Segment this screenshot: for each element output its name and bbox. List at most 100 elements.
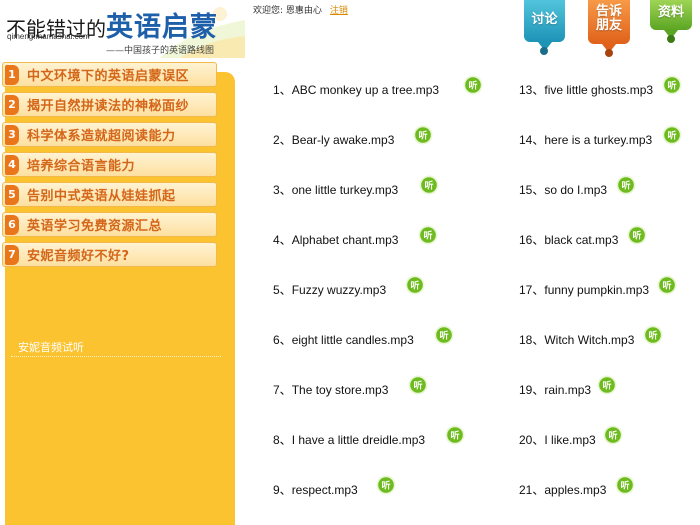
sidebar-item-1[interactable]: 1 中文环境下的英语启蒙误区 [2, 62, 217, 87]
track-item[interactable]: 3、 one little turkey.mp3 [273, 181, 398, 198]
sidebar-item-label: 英语学习免费资源汇总 [27, 219, 163, 234]
listen-icon[interactable]: 听 [643, 325, 663, 345]
listen-icon-label: 听 [424, 180, 433, 192]
listen-icon[interactable]: 听 [662, 75, 682, 95]
listen-icon-label: 听 [620, 480, 629, 492]
track-number: 7、 [273, 383, 292, 397]
listen-icon-label: 听 [413, 380, 422, 392]
listen-icon[interactable]: 听 [405, 275, 425, 295]
site-logo[interactable]: 不能错过的英语启蒙 qimeng.mamashai.com ——中国孩子的英语路… [0, 0, 245, 62]
track-number: 3、 [273, 183, 292, 197]
listen-icon[interactable]: 听 [616, 175, 636, 195]
listen-icon[interactable]: 听 [627, 225, 647, 245]
sidebar-item-number: 6 [5, 214, 19, 235]
track-number: 9、 [273, 483, 292, 497]
listen-icon[interactable]: 听 [418, 225, 438, 245]
track-item[interactable]: 15、 so do I.mp3 [519, 181, 607, 198]
listen-icon[interactable]: 听 [445, 425, 465, 445]
track-number: 16、 [519, 233, 545, 247]
tab-tell-friends-line1: 告诉 [595, 4, 622, 19]
sidebar-item-4[interactable]: 4 培养综合语言能力 [2, 152, 217, 177]
sidebar-item-label: 安妮音频好不好? [27, 249, 130, 264]
track-title: ABC monkey up a tree.mp3 [291, 82, 440, 97]
logo-subtitle: ——中国孩子的英语路线图 [106, 46, 215, 56]
listen-icon[interactable]: 听 [413, 125, 433, 145]
sidebar-item-5[interactable]: 5 告别中式英语从娃娃抓起 [2, 182, 217, 207]
tab-tell-friends-label: 告诉 朋友 [588, 0, 630, 33]
sidebar-item-label: 告别中式英语从娃娃抓起 [27, 189, 176, 204]
sidebar-item-3[interactable]: 3 科学体系造就超阅读能力 [2, 122, 217, 147]
listen-icon[interactable]: 听 [657, 275, 677, 295]
logout-link[interactable]: 注销 [330, 6, 348, 16]
track-item[interactable]: 21、 apples.mp3 [519, 481, 606, 498]
sidebar-item-number: 5 [5, 184, 19, 205]
track-item[interactable]: 2、 Bear-ly awake.mp3 [273, 131, 394, 148]
tab-tell-friends-dot-icon [605, 49, 613, 57]
track-number: 6、 [273, 333, 292, 347]
track-title: five little ghosts.mp3 [544, 82, 654, 97]
sidebar-item-6[interactable]: 6 英语学习免费资源汇总 [2, 212, 217, 237]
track-title: respect.mp3 [291, 482, 358, 497]
track-number: 19、 [519, 383, 545, 397]
listen-icon[interactable]: 听 [408, 375, 428, 395]
sidebar-sublink-audio-preview[interactable]: 安妮音频试听 [18, 339, 84, 355]
listen-icon-label: 听 [423, 230, 432, 242]
tab-resources[interactable]: 资料 [650, 0, 692, 43]
listen-icon-label: 听 [418, 130, 427, 142]
listen-icon[interactable]: 听 [463, 75, 483, 95]
listen-icon[interactable]: 听 [434, 325, 454, 345]
listen-icon[interactable]: 听 [419, 175, 439, 195]
listen-icon-label: 听 [662, 280, 671, 292]
sidebar: 1 中文环境下的英语启蒙误区 2 揭开自然拼读法的神秘面纱 3 科学体系造就超阅读能力 4 培… [0, 62, 237, 525]
track-number: 14、 [519, 133, 545, 147]
track-item[interactable]: 17、 funny pumpkin.mp3 [519, 281, 649, 298]
sidebar-item-label: 中文环境下的英语启蒙误区 [27, 69, 190, 84]
tab-tell-friends-line2: 朋友 [595, 18, 622, 33]
track-item[interactable]: 20、 I like.mp3 [519, 431, 596, 448]
sidebar-item-2[interactable]: 2 揭开自然拼读法的神秘面纱 [2, 92, 217, 117]
track-title: rain.mp3 [544, 382, 592, 397]
sidebar-item-number: 7 [5, 244, 19, 265]
track-title: here is a turkey.mp3 [544, 132, 653, 147]
listen-icon-label: 听 [602, 380, 611, 392]
track-item[interactable]: 4、 Alphabet chant.mp3 [273, 231, 398, 248]
track-item[interactable]: 16、 black cat.mp3 [519, 231, 618, 248]
track-number: 1、 [273, 83, 292, 97]
track-title: Witch Witch.mp3 [544, 332, 635, 347]
track-item[interactable]: 5、 Fuzzy wuzzy.mp3 [273, 281, 386, 298]
track-item[interactable]: 19、 rain.mp3 [519, 381, 591, 398]
track-item[interactable]: 14、 here is a turkey.mp3 [519, 131, 652, 148]
track-item[interactable]: 18、 Witch Witch.mp3 [519, 331, 634, 348]
sidebar-divider [11, 356, 221, 357]
track-number: 4、 [273, 233, 292, 247]
track-title: one little turkey.mp3 [291, 182, 399, 197]
listen-icon[interactable]: 听 [376, 475, 396, 495]
track-item[interactable]: 1、 ABC monkey up a tree.mp3 [273, 81, 439, 98]
track-item[interactable]: 7、 The toy store.mp3 [273, 381, 388, 398]
listen-icon[interactable]: 听 [662, 125, 682, 145]
tab-tell-friends[interactable]: 告诉 朋友 [588, 0, 630, 57]
track-item[interactable]: 13、 five little ghosts.mp3 [519, 81, 653, 98]
listen-icon[interactable]: 听 [597, 375, 617, 395]
tab-discuss[interactable]: 讨论 [524, 0, 565, 55]
sidebar-item-7[interactable]: 7 安妮音频好不好? [2, 242, 217, 267]
tab-resources-label: 资料 [657, 5, 684, 20]
track-item[interactable]: 8、 I have a little dreidle.mp3 [273, 431, 425, 448]
track-number: 13、 [519, 83, 545, 97]
track-item[interactable]: 6、 eight little candles.mp3 [273, 331, 414, 348]
track-title: eight little candles.mp3 [291, 332, 414, 347]
logo-title-part2: 英语启蒙 [106, 12, 218, 43]
track-title: so do I.mp3 [544, 182, 608, 197]
tab-discuss-dot-icon [540, 47, 548, 55]
track-item[interactable]: 9、 respect.mp3 [273, 481, 358, 498]
track-number: 5、 [273, 283, 292, 297]
sidebar-item-label: 科学体系造就超阅读能力 [27, 129, 176, 144]
logo-domain: qimeng.mamashai.com [7, 32, 90, 41]
listen-icon[interactable]: 听 [615, 475, 635, 495]
track-number: 18、 [519, 333, 545, 347]
track-title: I have a little dreidle.mp3 [291, 432, 426, 447]
listen-icon-label: 听 [621, 180, 630, 192]
sidebar-item-number: 1 [5, 64, 19, 85]
listen-icon[interactable]: 听 [603, 425, 623, 445]
welcome-text: 欢迎您: 恩惠由心 [253, 6, 322, 16]
